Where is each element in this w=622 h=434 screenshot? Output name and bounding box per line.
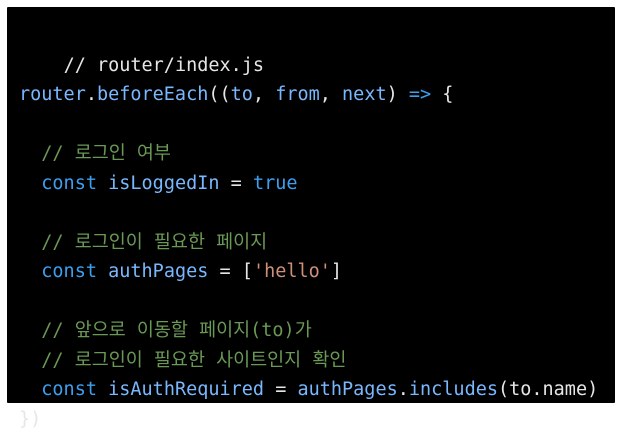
const-keyword: const [41, 379, 97, 400]
comment-next-page: // 앞으로 이동할 페이지(to)가 [19, 320, 312, 341]
code-block: // router/index.js router.beforeEach((to… [7, 7, 615, 403]
comment-check-site: // 로그인이 필요한 사이트인지 확인 [19, 350, 346, 371]
auth-pages-ref: authPages [297, 379, 397, 400]
code-line-8: // 로그인이 필요한 페이지 [19, 228, 615, 258]
comment-auth-pages: // 로그인이 필요한 페이지 [19, 232, 267, 253]
code-line-14: }) [19, 405, 615, 434]
code-line-blank [19, 198, 615, 228]
code-line-6: const isLoggedIn = true [19, 169, 615, 199]
file-comment: // router/index.js [64, 55, 264, 76]
code-line-3: router.beforeEach((to, from, next) => { [19, 80, 615, 110]
includes-method: includes [409, 379, 498, 400]
comment-login: // 로그인 여부 [19, 143, 171, 164]
hello-string: 'hello' [253, 261, 331, 282]
code-line-11: // 앞으로 이동할 페이지(to)가 [19, 316, 615, 346]
router-identifier: router [19, 84, 86, 105]
code-line-9: const authPages = ['hello'] [19, 257, 615, 287]
auth-pages-identifier: authPages [108, 261, 208, 282]
code-line-5: // 로그인 여부 [19, 139, 615, 169]
param-next: next [342, 84, 387, 105]
code-line-13: const isAuthRequired = authPages.include… [19, 375, 615, 405]
code-line-blank [19, 287, 615, 317]
const-keyword: const [41, 173, 97, 194]
arrow-operator: => [409, 84, 431, 105]
code-line-blank [19, 110, 615, 140]
const-keyword: const [41, 261, 97, 282]
param-from: from [275, 84, 320, 105]
is-auth-required-identifier: isAuthRequired [108, 379, 264, 400]
param-to: to [231, 84, 253, 105]
closing-brace: }) [19, 409, 41, 430]
code-line-1: // router/index.js [19, 21, 615, 51]
is-logged-in-identifier: isLoggedIn [108, 173, 219, 194]
code-line-12: // 로그인이 필요한 사이트인지 확인 [19, 346, 615, 376]
before-each-method: beforeEach [97, 84, 208, 105]
true-literal: true [253, 173, 298, 194]
